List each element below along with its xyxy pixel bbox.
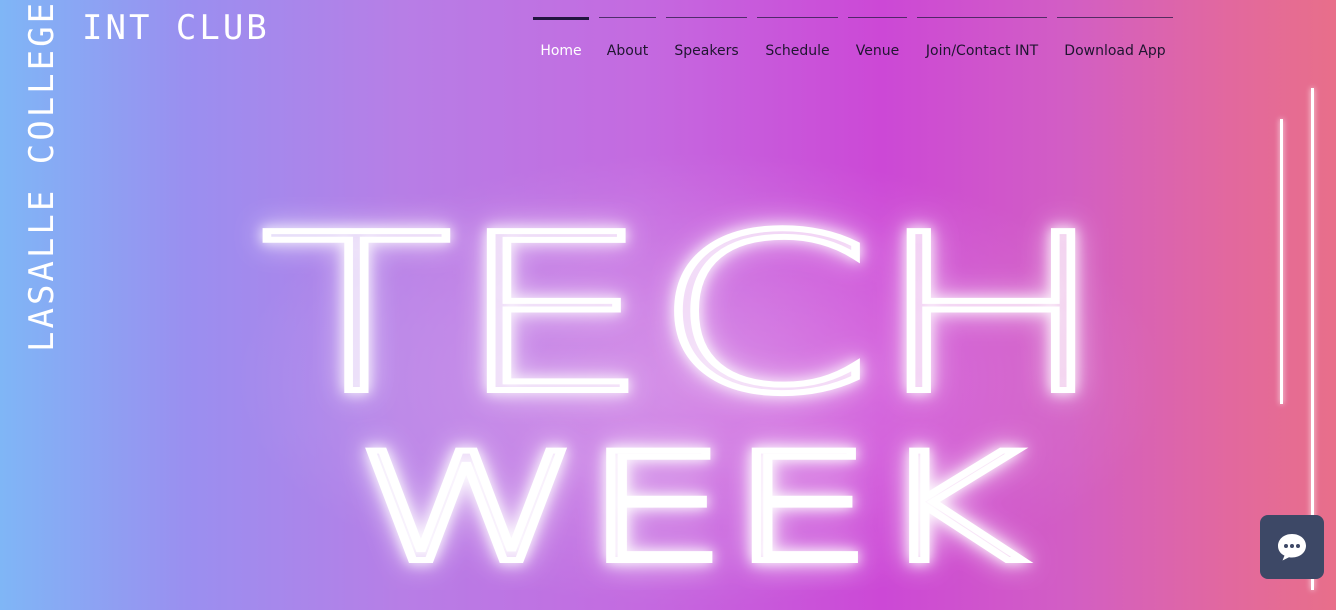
nav-item-venue[interactable]: Venue: [848, 17, 907, 63]
main-nav: Home About Speakers Schedule Venue Join/…: [0, 0, 1336, 70]
neon-line-left: [1280, 119, 1283, 404]
nav-item-speakers[interactable]: Speakers: [666, 17, 747, 63]
chat-button[interactable]: [1260, 515, 1324, 579]
nav-item-join-contact[interactable]: Join/Contact INT: [917, 17, 1047, 63]
nav-item-schedule[interactable]: Schedule: [757, 17, 838, 63]
nav-item-home[interactable]: Home: [533, 17, 589, 63]
nav-item-download-app[interactable]: Download App: [1057, 17, 1173, 63]
hero-title: TECH WEEK: [257, 186, 1113, 590]
hero-title-tech: TECH: [260, 189, 1110, 442]
nav-item-about[interactable]: About: [599, 17, 656, 63]
hero-title-week: WEEK: [355, 422, 1025, 590]
chat-bubble-icon: [1278, 534, 1306, 561]
hero-glow: [230, 150, 1170, 610]
